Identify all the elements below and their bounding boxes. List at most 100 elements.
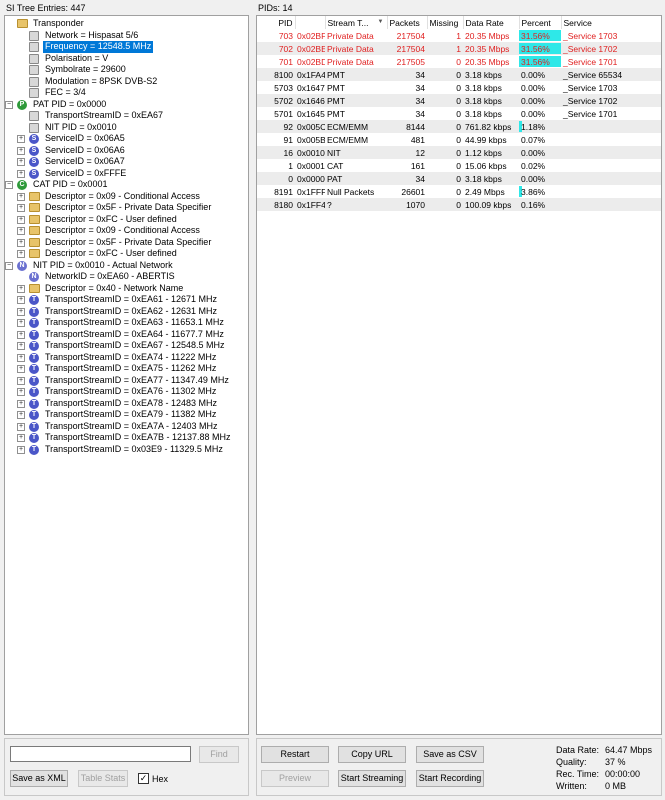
expand-icon[interactable]: +	[17, 330, 25, 339]
tree-node[interactable]: FEC = 3/4	[5, 87, 245, 99]
tree-node[interactable]: + Descriptor = 0x40 - Network Name	[5, 283, 245, 295]
collapse-icon[interactable]: −	[5, 181, 13, 189]
tree-node[interactable]: + T TransportStreamID = 0xEA7A - 12403 MHz	[5, 421, 245, 433]
expand-icon[interactable]: +	[17, 238, 25, 247]
pid-list[interactable]: PID Stream T... ▼ Packets Missing Data Rate Pe…	[256, 15, 662, 735]
tree-node[interactable]: + S ServiceID = 0x06A5	[5, 133, 245, 145]
expand-icon[interactable]: +	[17, 422, 25, 431]
table-row[interactable]: 5701 0x1645 PMT 34 0 3.18 kbps 0.00% _Service 1…	[257, 107, 661, 120]
expand-icon[interactable]: +	[17, 411, 25, 419]
expand-icon[interactable]: +	[17, 158, 25, 166]
column-header[interactable]: Missing	[427, 16, 464, 29]
expand-icon[interactable]: +	[17, 399, 25, 408]
table-row[interactable]: 92 0x005C ECM/EMM 8144 0 761.82 kbps 1.18%	[257, 120, 661, 133]
column-header[interactable]: Packets	[387, 16, 428, 29]
tree-node[interactable]: + T TransportStreamID = 0xEA67 - 12548.5 M…	[5, 340, 245, 352]
expand-icon[interactable]: +	[17, 250, 25, 258]
tree-node[interactable]: Polarisation = V	[5, 53, 245, 65]
start-recording-button[interactable]: Start Recording	[416, 770, 484, 787]
tree-node[interactable]: + Descriptor = 0x09 - Conditional Access	[5, 225, 245, 237]
expand-icon[interactable]: +	[17, 365, 25, 373]
tree-node[interactable]: Transponder	[5, 18, 245, 30]
tree-node[interactable]: Frequency = 12548.5 MHz	[5, 41, 245, 53]
table-row[interactable]: 8100 0x1FA4 PMT 34 0 3.18 kbps 0.00% _Service 6…	[257, 68, 661, 81]
save-csv-button[interactable]: Save as CSV	[416, 746, 484, 763]
preview-button[interactable]: Preview	[261, 770, 329, 787]
find-button[interactable]: Find	[199, 746, 239, 763]
tree-node[interactable]: Modulation = 8PSK DVB-S2	[5, 76, 245, 88]
restart-button[interactable]: Restart	[261, 746, 329, 763]
tree-node[interactable]: + Descriptor = 0xFC - User defined	[5, 214, 245, 226]
expand-icon[interactable]: +	[17, 376, 25, 385]
table-row[interactable]: 703 0x02BF Private Data 217504 1 20.35 Mbps 31…	[257, 29, 661, 42]
tree-node[interactable]: + T TransportStreamID = 0xEA79 - 11382 MHz	[5, 409, 245, 421]
expand-icon[interactable]: +	[17, 319, 25, 327]
tree-node[interactable]: + T TransportStreamID = 0xEA61 - 12671 MHz	[5, 294, 245, 306]
table-stats-button[interactable]: Table Stats	[78, 770, 128, 787]
expand-icon[interactable]: +	[17, 434, 25, 442]
start-streaming-button[interactable]: Start Streaming	[338, 770, 406, 787]
table-row[interactable]: 5702 0x1646 PMT 34 0 3.18 kbps 0.00% _Service 1…	[257, 94, 661, 107]
column-header[interactable]: Percent	[519, 16, 562, 29]
expand-icon[interactable]: +	[17, 169, 25, 178]
table-row[interactable]: 0 0x0000 PAT 34 0 3.18 kbps 0.00%	[257, 172, 661, 185]
expand-icon[interactable]: +	[17, 388, 25, 396]
tree-node[interactable]: + T TransportStreamID = 0xEA62 - 12631 MHz	[5, 306, 245, 318]
tree-node[interactable]: + Descriptor = 0xFC - User defined	[5, 248, 245, 260]
hex-checkbox[interactable]: ✓	[138, 773, 149, 784]
column-header[interactable]	[295, 16, 326, 29]
expand-icon[interactable]: +	[17, 445, 25, 454]
expand-icon[interactable]: +	[17, 146, 25, 155]
tree-node[interactable]: Network = Hispasat 5/6	[5, 30, 245, 42]
table-row[interactable]: 702 0x02BE Private Data 217504 1 20.35 Mbps 31…	[257, 42, 661, 55]
column-header[interactable]: Stream T... ▼	[325, 16, 388, 29]
column-header[interactable]: Data Rate	[463, 16, 520, 29]
table-row[interactable]: 8191 0x1FFF Null Packets 26601 0 2.49 Mbps 3.8…	[257, 185, 661, 198]
table-row[interactable]: 8180 0x1FF4? 1070 0 100.09 kbps 0.16%	[257, 198, 661, 211]
tree-node[interactable]: + Descriptor = 0x5F - Private Data Specif…	[5, 237, 245, 249]
tree-node[interactable]: + T TransportStreamID = 0xEA63 - 11653.1 M…	[5, 317, 245, 329]
expand-icon[interactable]: +	[17, 227, 25, 235]
copy-url-button[interactable]: Copy URL	[338, 746, 406, 763]
expand-icon[interactable]: +	[17, 307, 25, 316]
tree-node[interactable]: + T TransportStreamID = 0xEA74 - 11222 MHz	[5, 352, 245, 364]
tree-node[interactable]: + T TransportStreamID = 0xEA7B - 12137.88 …	[5, 432, 245, 444]
table-row[interactable]: 701 0x02BD Private Data 217505 0 20.35 Mbps 31…	[257, 55, 661, 68]
table-row[interactable]: 91 0x005B ECM/EMM 481 0 44.99 kbps 0.07%	[257, 133, 661, 146]
tree-node[interactable]: + T TransportStreamID = 0xEA76 - 11302 MHz	[5, 386, 245, 398]
expand-icon[interactable]: +	[17, 353, 25, 362]
tree-node[interactable]: + S ServiceID = 0x06A7	[5, 156, 245, 168]
expand-icon[interactable]: +	[17, 192, 25, 201]
save-xml-button[interactable]: Save as XML	[10, 770, 68, 787]
tree-node[interactable]: + Descriptor = 0x09 - Conditional Access	[5, 191, 245, 203]
tree-node[interactable]: + T TransportStreamID = 0xEA77 - 11347.49 …	[5, 375, 245, 387]
collapse-icon[interactable]: −	[5, 100, 13, 109]
expand-icon[interactable]: +	[17, 342, 25, 350]
expand-icon[interactable]: +	[17, 204, 25, 212]
tree-node[interactable]: − C CAT PID = 0x0001	[5, 179, 245, 191]
tree-node[interactable]: − N NIT PID = 0x0010 - Actual Network	[5, 260, 245, 272]
table-row[interactable]: 16 0x0010 NIT 12 0 1.12 kbps 0.00%	[257, 146, 661, 159]
si-tree[interactable]: Transponder Network = Hispasat 5/6 Frequen…	[4, 15, 249, 735]
table-row[interactable]: 1 0x0001 CAT 161 0 15.06 kbps 0.02%	[257, 159, 661, 172]
tree-node[interactable]: + T TransportStreamID = 0x03E9 - 11329.5 M…	[5, 444, 245, 456]
tree-node[interactable]: Symbolrate = 29600	[5, 64, 245, 76]
tree-node[interactable]: TransportStreamID = 0xEA67	[5, 110, 245, 122]
column-header[interactable]: PID	[257, 16, 296, 29]
tree-node[interactable]: − P PAT PID = 0x0000	[5, 99, 245, 111]
tree-node[interactable]: + T TransportStreamID = 0xEA78 - 12483 MHz	[5, 398, 245, 410]
expand-icon[interactable]: +	[17, 135, 25, 143]
table-row[interactable]: 5703 0x1647 PMT 34 0 3.18 kbps 0.00% _Service 1…	[257, 81, 661, 94]
tree-node[interactable]: + T TransportStreamID = 0xEA75 - 11262 MHz	[5, 363, 245, 375]
tree-node[interactable]: + S ServiceID = 0x06A6	[5, 145, 245, 157]
tree-node[interactable]: N NetworkID = 0xEA60 - ABERTIS	[5, 271, 245, 283]
tree-node[interactable]: + S ServiceID = 0xFFFE	[5, 168, 245, 180]
expand-icon[interactable]: +	[17, 296, 25, 304]
tree-node[interactable]: + T TransportStreamID = 0xEA64 - 11677.7 M…	[5, 329, 245, 341]
expand-icon[interactable]: +	[17, 284, 25, 293]
collapse-icon[interactable]: −	[5, 261, 13, 270]
tree-node[interactable]: NIT PID = 0x0010	[5, 122, 245, 134]
column-header[interactable]: Service	[561, 16, 661, 29]
search-input[interactable]	[10, 746, 191, 762]
expand-icon[interactable]: +	[17, 215, 25, 224]
